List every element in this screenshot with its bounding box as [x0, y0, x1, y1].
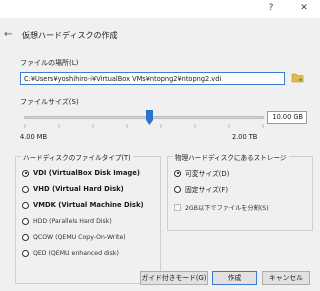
file-type-option-vmdk[interactable]: VMDK (Virtual Machine Disk) [22, 200, 144, 210]
file-location-input[interactable]: C:¥Users¥yoshihiro-i¥VirtualBox VMs¥ntop… [20, 72, 285, 85]
file-size-input[interactable]: 10.00 GB [267, 111, 307, 124]
file-type-option-vhd[interactable]: VHD (Virtual Hard Disk) [22, 184, 124, 194]
radio-button[interactable] [22, 169, 29, 177]
storage-option-dynamic[interactable]: 可変サイズ(D) [174, 168, 229, 178]
radio-button[interactable] [22, 217, 29, 225]
radio-button[interactable] [22, 233, 29, 241]
checkbox[interactable] [174, 203, 181, 211]
file-type-group-title: ハードディスクのファイルタイプ(T) [21, 152, 133, 162]
file-type-option-hdd[interactable]: HDD (Parallels Hard Disk) [22, 216, 112, 226]
option-label: VHD (Virtual Hard Disk) [33, 185, 124, 193]
folder-icon[interactable] [291, 71, 304, 84]
create-button[interactable]: 作成 [212, 271, 257, 285]
option-label: HDD (Parallels Hard Disk) [33, 217, 112, 225]
storage-group-title: 物理ハードディスクにあるストレージ [173, 152, 289, 162]
radio-button[interactable] [22, 201, 29, 209]
storage-group: 物理ハードディスクにあるストレージ 可変サイズ(D) 固定サイズ(F) 2GB以… [167, 152, 313, 231]
file-size-slider-thumb[interactable] [146, 110, 153, 125]
file-type-option-qed[interactable]: QED (QEMU enhanced disk) [22, 248, 119, 258]
file-location-label: ファイルの場所(L) [20, 59, 79, 67]
file-size-slider-track[interactable] [24, 116, 264, 119]
option-label: VDI (VirtualBox Disk Image) [33, 169, 141, 177]
radio-button[interactable] [22, 249, 29, 257]
cancel-button[interactable]: キャンセル [262, 271, 310, 285]
slider-ticks [24, 124, 264, 128]
option-label: VMDK (Virtual Machine Disk) [33, 201, 144, 209]
file-size-label: ファイルサイズ(S) [20, 98, 79, 106]
radio-button[interactable] [22, 185, 29, 193]
option-label: 可変サイズ(D) [185, 170, 230, 178]
radio-button[interactable] [174, 169, 181, 177]
file-type-option-qcow[interactable]: QCOW (QEMU Copy-On-Write) [22, 232, 126, 242]
option-label: QCOW (QEMU Copy-On-Write) [33, 233, 126, 241]
window-titlebar: ? ✕ [0, 0, 320, 18]
option-label: QED (QEMU enhanced disk) [33, 249, 119, 257]
radio-button[interactable] [174, 185, 181, 193]
back-arrow-icon[interactable]: ← [4, 29, 12, 40]
split-files-label: 2GB以下でファイルを分割(S) [185, 204, 269, 212]
file-size-min-label: 4.00 MB [20, 133, 47, 141]
close-button[interactable]: ✕ [295, 2, 313, 15]
file-size-max-label: 2.00 TB [232, 133, 258, 141]
split-files-checkbox[interactable]: 2GB以下でファイルを分割(S) [174, 202, 269, 212]
file-type-group: ハードディスクのファイルタイプ(T) VDI (VirtualBox Disk … [15, 152, 161, 284]
help-button[interactable]: ? [262, 2, 280, 15]
dialog-title: 仮想ハードディスクの作成 [22, 31, 118, 40]
guided-mode-button[interactable]: ガイド付きモード(G) [140, 271, 208, 285]
storage-option-fixed[interactable]: 固定サイズ(F) [174, 184, 228, 194]
option-label: 固定サイズ(F) [185, 186, 228, 194]
file-type-option-vdi[interactable]: VDI (VirtualBox Disk Image) [22, 168, 140, 178]
